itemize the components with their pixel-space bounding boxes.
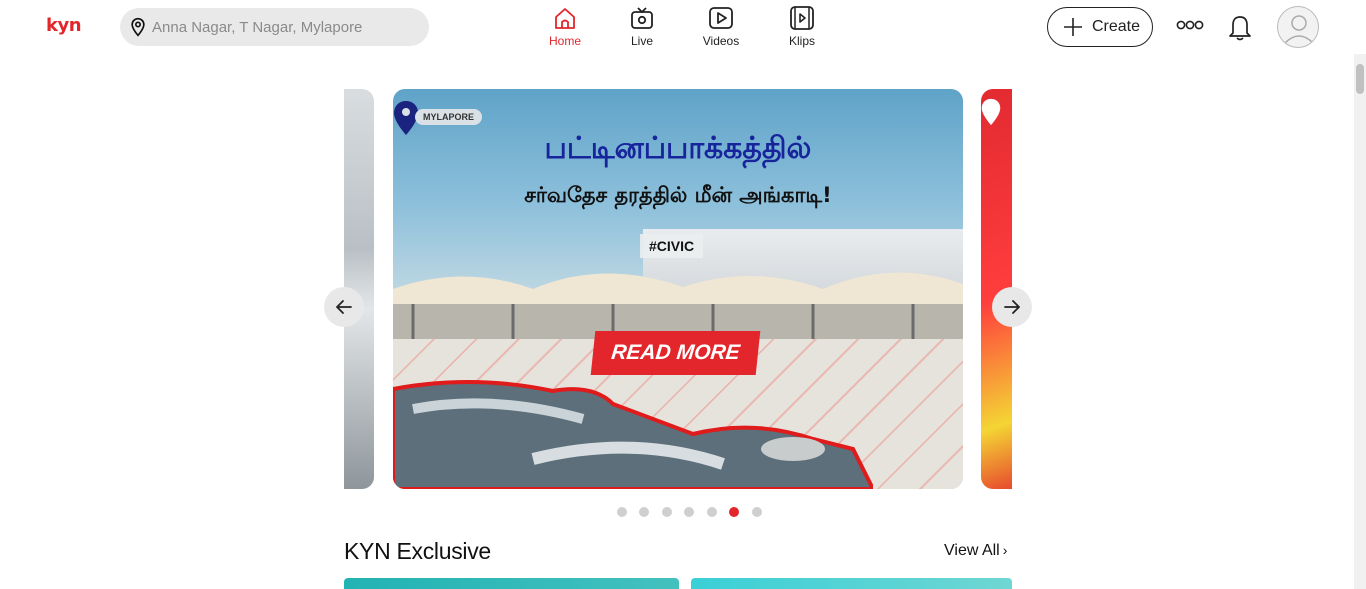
view-all-link[interactable]: View All › (944, 542, 1007, 560)
location-search-bar[interactable] (120, 8, 429, 46)
notification-bell-icon[interactable] (1225, 11, 1255, 43)
exclusive-card[interactable] (691, 578, 1012, 589)
nav-live[interactable]: Live (622, 4, 662, 50)
news-carousel: MYLAPORE பட்டினப்பாக்கத்தில் சர்வதேச தரத… (344, 89, 1012, 489)
carousel-dot[interactable] (684, 507, 695, 517)
carousel-dot[interactable] (661, 507, 672, 517)
create-button-label: Create (1092, 18, 1141, 35)
create-button[interactable]: Create (1047, 7, 1153, 47)
slide-image-fish (393, 379, 873, 489)
exclusive-card[interactable] (344, 578, 679, 589)
carousel-prev-button[interactable] (324, 287, 364, 327)
slide-headline-line2: சர்வதேச தரத்தில் மீன் அங்காடி! (524, 183, 832, 207)
carousel-dot[interactable] (706, 507, 717, 517)
nav-home[interactable]: Home (545, 4, 585, 50)
nav-klips-label: Klips (788, 34, 815, 48)
klips-icon (790, 6, 814, 30)
read-more-button[interactable]: READ MORE (590, 331, 761, 375)
carousel-slide-active[interactable]: MYLAPORE பட்டினப்பாக்கத்தில் சர்வதேச தரத… (393, 89, 963, 489)
section-title: KYN Exclusive (344, 538, 491, 564)
carousel-dot[interactable] (751, 507, 762, 517)
scrollbar-thumb[interactable] (1356, 64, 1364, 94)
nav-videos-label: Videos (702, 34, 740, 48)
carousel-dot[interactable] (639, 507, 650, 517)
home-icon (555, 8, 575, 29)
nav-klips[interactable]: Klips (782, 4, 822, 50)
chevron-right-icon: › (1002, 542, 1008, 558)
video-play-icon (709, 7, 733, 29)
carousel-dot[interactable] (617, 507, 627, 517)
nav-live-label: Live (630, 34, 653, 48)
location-marker-icon (981, 98, 1001, 126)
location-pin-icon (131, 17, 145, 37)
arrow-left-icon (336, 300, 352, 314)
nav-home-label: Home (548, 34, 581, 48)
nav-videos[interactable]: Videos (699, 4, 743, 50)
slide-hashtag: #CIVIC (640, 234, 704, 258)
view-all-label: View All (944, 542, 1000, 559)
more-options-icon[interactable] (1176, 16, 1204, 34)
slide-location-tag: MYLAPORE (415, 109, 483, 125)
kyn-logo[interactable]: kyn (46, 15, 82, 36)
plus-icon (1064, 18, 1082, 36)
page-scrollbar[interactable] (1354, 54, 1366, 589)
top-header: kyn Home Live Videos (0, 0, 1366, 54)
live-tv-icon (631, 7, 653, 29)
carousel-dot-active[interactable] (729, 507, 740, 517)
user-avatar-icon (1284, 15, 1314, 44)
slide-headline-line1: பட்டினப்பாக்கத்தில் (544, 131, 812, 166)
location-search-input[interactable] (152, 8, 422, 46)
carousel-next-button[interactable] (992, 287, 1032, 327)
carousel-pagination (617, 504, 770, 517)
user-avatar[interactable] (1277, 6, 1319, 48)
arrow-right-icon (1004, 300, 1020, 314)
